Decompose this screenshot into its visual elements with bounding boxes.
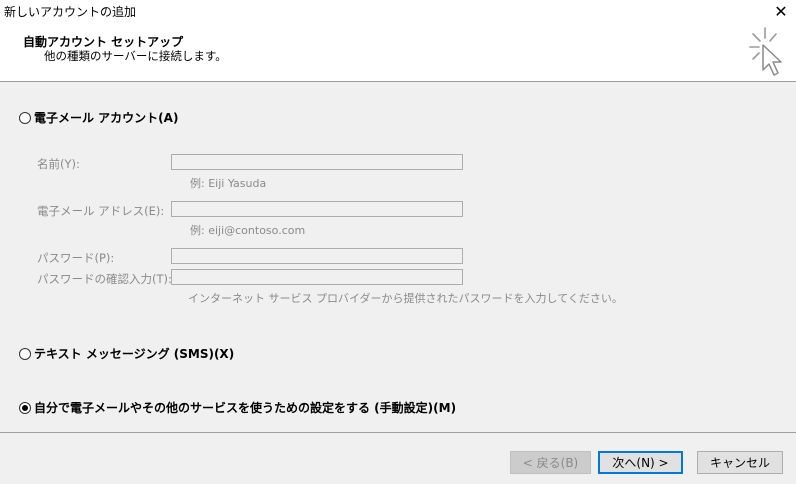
- email-account-label: 電子メール アカウント(A): [34, 111, 179, 125]
- manual-setup-radio[interactable]: [19, 401, 31, 414]
- setup-wizard-cursor-icon: [749, 27, 782, 76]
- sms-option[interactable]: テキスト メッセージング (SMS)(X): [19, 345, 234, 362]
- password-field[interactable]: [171, 248, 463, 264]
- password-confirm-label: パスワードの確認入力(T):: [37, 272, 172, 286]
- close-button[interactable]: ✕: [766, 0, 796, 22]
- name-field[interactable]: [171, 154, 463, 170]
- window-title: 新しいアカウントの追加: [4, 5, 137, 19]
- wizard-header: 自動アカウント セットアップ 他の種類のサーバーに接続します。: [0, 22, 796, 82]
- footer-divider: [0, 432, 796, 433]
- next-button[interactable]: 次へ(N) >: [598, 451, 683, 474]
- sms-label: テキスト メッセージング (SMS)(X): [34, 347, 235, 361]
- manual-setup-option[interactable]: 自分で電子メールやその他のサービスを使うための設定をする (手動設定)(M): [19, 399, 456, 416]
- sms-radio[interactable]: [19, 347, 31, 360]
- manual-setup-label: 自分で電子メールやその他のサービスを使うための設定をする (手動設定)(M): [34, 401, 457, 415]
- email-address-label: 電子メール アドレス(E):: [37, 204, 165, 218]
- cancel-button[interactable]: キャンセル: [697, 451, 783, 474]
- name-hint: 例: Eiji Yasuda: [190, 177, 267, 190]
- header-subtitle: 他の種類のサーバーに接続します。: [44, 49, 227, 63]
- email-hint: 例: eiji@contoso.com: [190, 224, 306, 237]
- email-account-option[interactable]: 電子メール アカウント(A): [19, 109, 178, 126]
- close-icon: ✕: [774, 1, 788, 21]
- name-label: 名前(Y):: [37, 157, 80, 171]
- password-confirm-field[interactable]: [171, 269, 463, 285]
- back-button[interactable]: < 戻る(B): [510, 451, 591, 474]
- password-label: パスワード(P):: [37, 251, 115, 265]
- title-bar: 新しいアカウントの追加 ✕: [0, 0, 796, 22]
- email-address-field[interactable]: [171, 201, 463, 217]
- email-account-radio[interactable]: [19, 111, 31, 124]
- password-hint: インターネット サービス プロバイダーから提供されたパスワードを入力してください…: [188, 292, 623, 305]
